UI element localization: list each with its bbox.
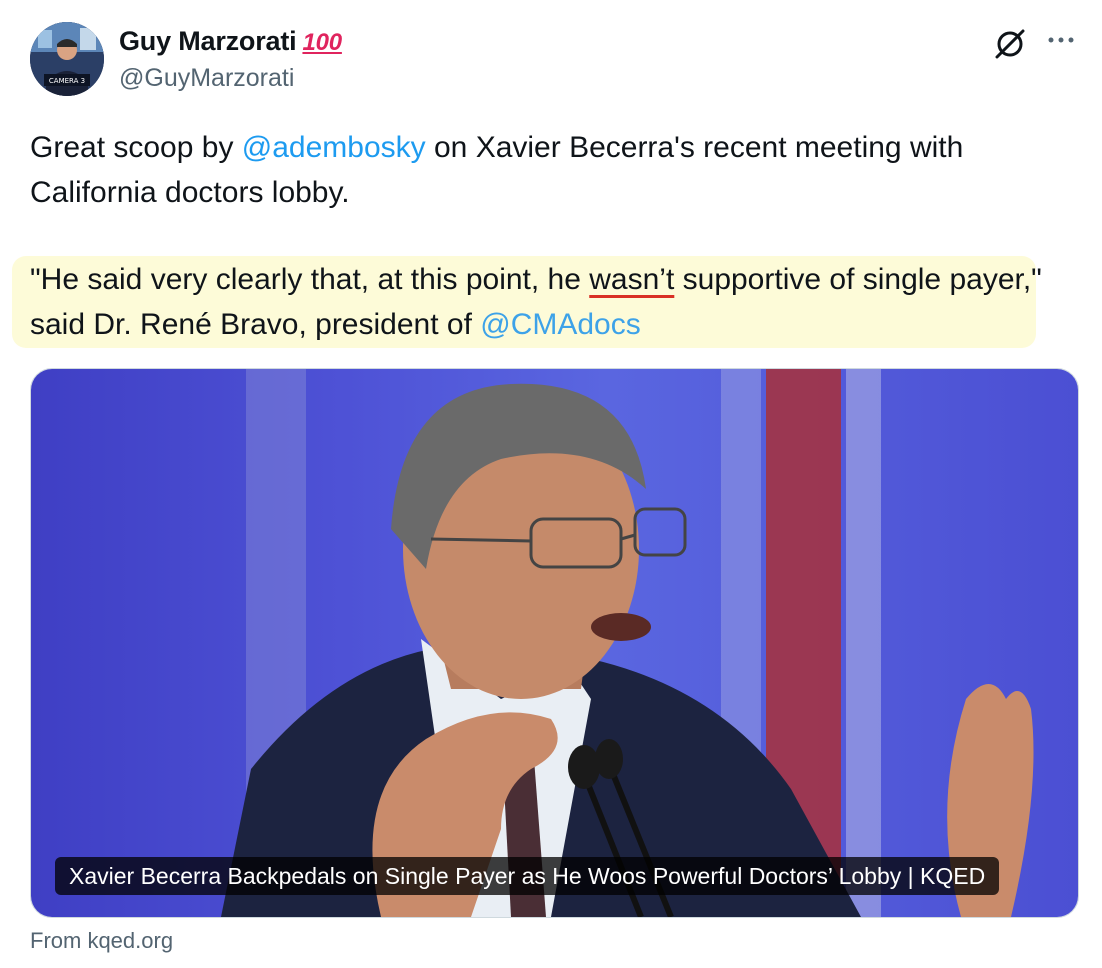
quote-text-part: "He said very clearly that, at this poin… (30, 263, 590, 296)
highlighted-quote: "He said very clearly that, at this poin… (30, 257, 1070, 347)
mention-cmadocs[interactable]: @CMAdocs (480, 308, 641, 341)
author-name[interactable]: Guy Marzorati 100 (119, 26, 342, 57)
spellcheck-underlined-word: wasn’t (589, 263, 675, 296)
grok-icon[interactable] (992, 25, 1028, 61)
avatar[interactable]: CAMERA 3 (30, 22, 104, 96)
more-options-icon[interactable] (1044, 25, 1078, 59)
hundred-points-emoji: 100 (302, 29, 342, 56)
avatar-camera-label: CAMERA 3 (49, 77, 85, 85)
author-display-name: Guy Marzorati (119, 26, 297, 56)
link-card-image[interactable] (30, 368, 1079, 918)
author-handle[interactable]: @GuyMarzorati (119, 64, 294, 93)
tweet-text: Great scoop by @adembosky on Xavier Bece… (30, 125, 1070, 215)
link-card-title[interactable]: Xavier Becerra Backpedals on Single Paye… (55, 857, 1000, 895)
link-source[interactable]: From kqed.org (30, 928, 173, 954)
tweet-text-part: Great scoop by (30, 131, 242, 164)
mention-adembosky[interactable]: @adembosky (242, 131, 426, 164)
